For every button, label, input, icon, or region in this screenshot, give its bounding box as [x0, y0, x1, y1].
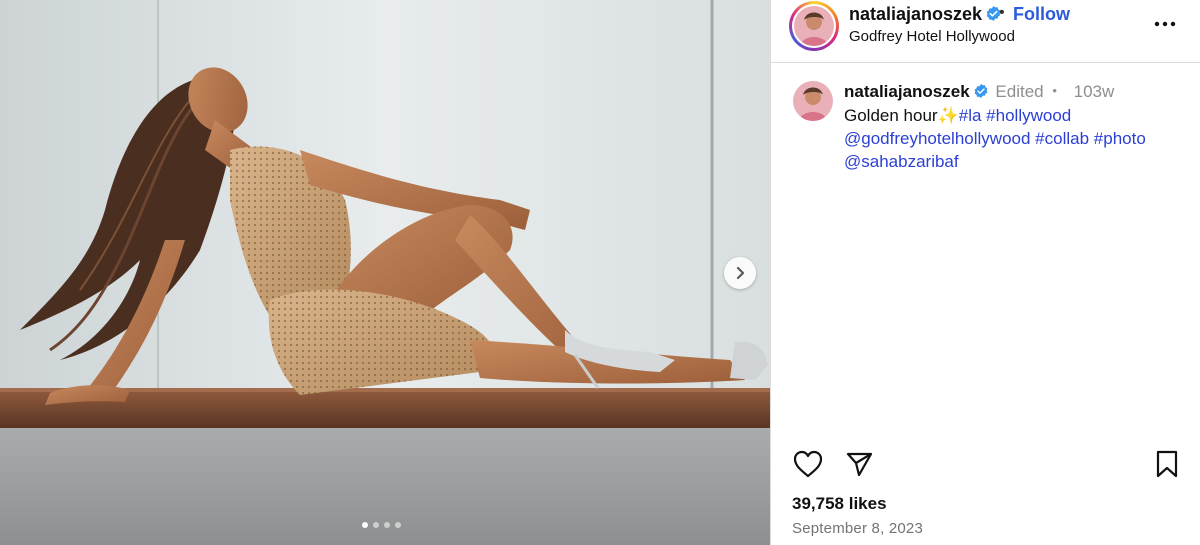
post-details-panel: nataliajanoszek • Follow Godfrey Hotel H…	[770, 0, 1200, 545]
send-icon	[846, 452, 873, 477]
avatar	[794, 6, 834, 46]
carousel-next-button[interactable]	[724, 257, 756, 289]
caption-header: nataliajanoszek Edited • 103w	[844, 82, 1114, 102]
caption-username[interactable]: nataliajanoszek	[844, 82, 970, 101]
edited-label: Edited	[995, 82, 1044, 101]
post-header: nataliajanoszek • Follow Godfrey Hotel H…	[771, 0, 1200, 63]
post-date: September 8, 2023	[792, 520, 923, 537]
hashtag-link[interactable]: #la	[959, 106, 982, 125]
hashtag-link[interactable]: #collab	[1035, 129, 1089, 148]
hashtag-link[interactable]: #photo	[1094, 129, 1146, 148]
chevron-right-icon	[736, 266, 745, 280]
like-button[interactable]	[792, 448, 824, 480]
caption-avatar[interactable]	[793, 81, 833, 121]
caption-text: Golden hour✨#la #hollywood @godfreyhotel…	[844, 104, 1189, 173]
more-horizontal-icon	[1154, 21, 1176, 27]
post-time-ago[interactable]: 103w	[1074, 82, 1115, 101]
follow-button[interactable]: Follow	[1013, 4, 1070, 25]
post-media[interactable]	[0, 0, 770, 545]
more-options-button[interactable]	[1153, 12, 1177, 36]
save-button[interactable]	[1151, 448, 1183, 480]
header-separator: •	[999, 4, 1005, 21]
verified-badge-icon	[974, 84, 988, 98]
story-ring[interactable]	[789, 1, 839, 51]
username-text[interactable]: nataliajanoszek	[849, 4, 982, 24]
bookmark-icon	[1156, 450, 1178, 478]
caption-main-text: Golden hour	[844, 106, 938, 125]
post-author-username[interactable]: nataliajanoszek	[849, 4, 1002, 25]
heart-icon	[793, 450, 823, 478]
post-location[interactable]: Godfrey Hotel Hollywood	[849, 28, 1015, 45]
post-photo	[0, 0, 770, 545]
carousel-indicator	[362, 522, 401, 528]
carousel-dot	[395, 522, 401, 528]
post-actions	[771, 448, 1200, 482]
caption-bullet: •	[1052, 83, 1057, 98]
mention-link[interactable]: @sahabzaribaf	[844, 152, 959, 171]
likes-count[interactable]: 39,758 likes	[792, 494, 887, 514]
hashtag-link[interactable]: #hollywood	[986, 106, 1071, 125]
share-button[interactable]	[843, 448, 875, 480]
carousel-dot	[362, 522, 368, 528]
carousel-dot	[373, 522, 379, 528]
sparkle-emoji: ✨	[937, 106, 959, 125]
carousel-dot	[384, 522, 390, 528]
mention-link[interactable]: @godfreyhotelhollywood	[844, 129, 1030, 148]
